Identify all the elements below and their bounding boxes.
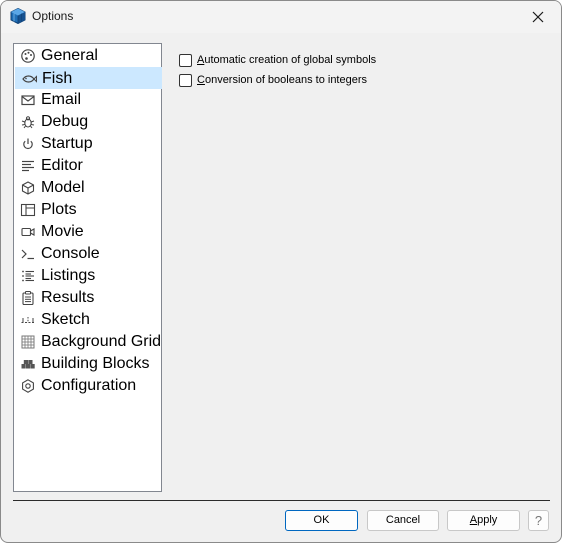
booleans-to-integers-label: Conversion of booleans to integers: [197, 74, 367, 87]
grid-icon: [20, 334, 36, 350]
sidebar-item-label: Building Blocks: [41, 355, 150, 372]
sidebar-item-debug[interactable]: Debug: [15, 111, 162, 133]
sidebar-item-general[interactable]: General: [15, 45, 162, 67]
envelope-icon: [20, 92, 36, 108]
sidebar-item-editor[interactable]: Editor: [15, 155, 162, 177]
blocks-icon: [20, 356, 36, 372]
options-dialog: Options General Fish Email Debug Startup…: [0, 0, 562, 543]
sidebar-item-background-grid[interactable]: Background Grid: [15, 331, 162, 353]
title-bar[interactable]: Options: [1, 1, 561, 33]
sidebar-item-label: Results: [41, 289, 95, 306]
power-icon: [20, 136, 36, 152]
cube-app-icon: [10, 7, 26, 25]
cancel-button[interactable]: Cancel: [367, 510, 439, 531]
sidebar-item-results[interactable]: Results: [15, 287, 162, 309]
dashed-sketch-icon: [20, 312, 36, 328]
sidebar-item-label: Debug: [41, 113, 89, 130]
sidebar-item-label: Listings: [41, 267, 96, 284]
sidebar-item-model[interactable]: Model: [15, 177, 162, 199]
booleans-to-integers-checkbox[interactable]: [179, 74, 192, 87]
settings-gear-icon: [20, 378, 36, 394]
sidebar-item-startup[interactable]: Startup: [15, 133, 162, 155]
palette-icon: [20, 48, 36, 64]
mnemonic-letter: A: [469, 514, 478, 526]
sidebar-item-label: Console: [41, 245, 100, 262]
sidebar-item-building-blocks[interactable]: Building Blocks: [15, 353, 162, 375]
automatic-global-symbols-checkbox[interactable]: [179, 54, 192, 67]
clipboard-icon: [20, 290, 36, 306]
label-text: utomatic creation of global symbols: [204, 54, 377, 66]
fish-icon: [21, 71, 37, 87]
panel-layout-icon: [20, 202, 36, 218]
sidebar-item-movie[interactable]: Movie: [15, 221, 162, 243]
sidebar-item-email[interactable]: Email: [15, 89, 162, 111]
sidebar-item-sketch[interactable]: Sketch: [15, 309, 162, 331]
mnemonic-letter: C: [197, 74, 205, 86]
sidebar-item-plots[interactable]: Plots: [15, 199, 162, 221]
bulleted-list-icon: [20, 268, 36, 284]
sidebar-item-label: Fish: [42, 70, 73, 87]
sidebar-item-label: Startup: [41, 135, 93, 152]
category-list[interactable]: General Fish Email Debug Startup Editor …: [13, 43, 162, 492]
sidebar-item-configuration[interactable]: Configuration: [15, 375, 162, 397]
sidebar-item-label: General: [41, 47, 98, 64]
window-title: Options: [32, 9, 74, 23]
sidebar-item-fish[interactable]: Fish: [15, 67, 162, 89]
sidebar-item-label: Movie: [41, 223, 84, 240]
help-button[interactable]: ?: [528, 510, 549, 531]
video-camera-icon: [20, 224, 36, 240]
cube-icon: [20, 180, 36, 196]
sidebar-item-label: Email: [41, 91, 82, 108]
footer-separator: [13, 500, 550, 501]
apply-button[interactable]: Apply: [447, 510, 520, 531]
close-icon: [532, 11, 544, 23]
sidebar-item-label: Background Grid: [41, 333, 162, 350]
sidebar-item-console[interactable]: Console: [15, 243, 162, 265]
automatic-global-symbols-label: Automatic creation of global symbols: [197, 54, 376, 67]
ok-button[interactable]: OK: [285, 510, 358, 531]
label-text: onversion of booleans to integers: [204, 74, 368, 86]
sidebar-item-label: Editor: [41, 157, 83, 174]
sidebar-item-listings[interactable]: Listings: [15, 265, 162, 287]
bug-icon: [20, 114, 36, 130]
apply-label: pply: [477, 514, 498, 526]
sidebar-item-label: Sketch: [41, 311, 90, 328]
terminal-prompt-icon: [20, 246, 36, 262]
text-lines-icon: [20, 158, 36, 174]
close-button[interactable]: [515, 1, 561, 33]
sidebar-item-label: Configuration: [41, 377, 137, 394]
sidebar-item-label: Model: [41, 179, 85, 196]
sidebar-item-label: Plots: [41, 201, 77, 218]
